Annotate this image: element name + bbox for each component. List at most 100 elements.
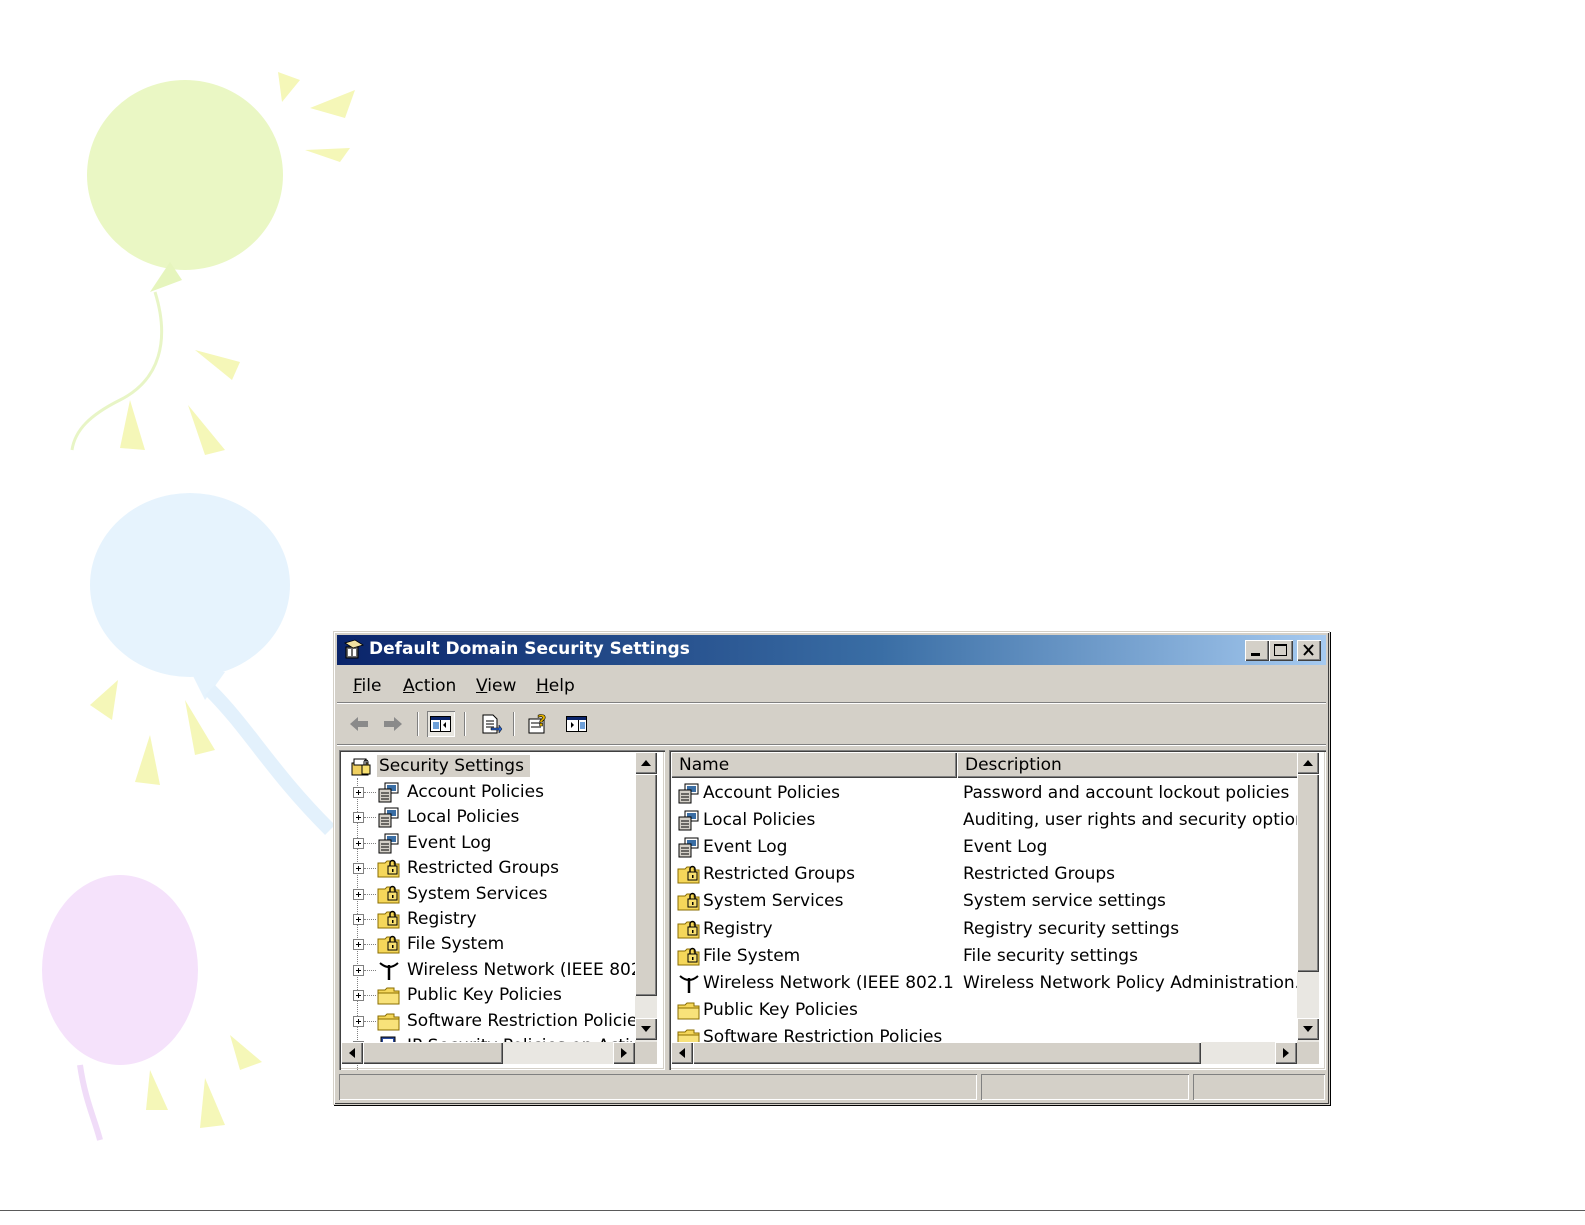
list-item[interactable]: Wireless Network (IEEE 802.1… Wireless Ne… [671, 970, 1299, 997]
menu-action-label: ction [414, 676, 457, 696]
minimize-button[interactable] [1245, 640, 1269, 661]
list-item-icon [677, 890, 701, 912]
mmc-window[interactable]: Default Domain Security Settings File Ac… [333, 631, 1330, 1105]
tree-item-icon [377, 984, 401, 1006]
list-item-description: Password and account lockout policies [963, 783, 1290, 803]
forward-button[interactable] [379, 711, 407, 737]
list-scroll-up-button[interactable] [1297, 752, 1319, 774]
tree-item-label: System Services [407, 883, 548, 904]
expand-plus-icon[interactable] [353, 914, 364, 925]
list-item[interactable]: Event Log Event Log [671, 834, 1299, 861]
list-item-icon [677, 782, 701, 804]
tree-item[interactable]: Event Log [339, 831, 639, 856]
tree-scroll-up-button[interactable] [635, 752, 657, 774]
list-item-description: Auditing, user rights and security optio… [963, 810, 1298, 831]
menu-file[interactable]: File [353, 676, 381, 696]
expand-plus-icon[interactable] [353, 837, 364, 849]
tree-scroll-down-button[interactable] [635, 1018, 657, 1040]
folder-icon [377, 1013, 400, 1031]
tree-item[interactable]: Software Restriction Policies [339, 1009, 646, 1034]
arrow-down-icon [641, 1026, 651, 1032]
tree-scrollbar-corner [635, 1042, 657, 1064]
tree-vertical-scrollbar[interactable] [635, 752, 657, 1042]
show-hide-tree-button[interactable] [427, 711, 455, 737]
expand-plus-icon[interactable] [353, 863, 364, 875]
tree-item-label: Local Policies [407, 807, 520, 828]
expand-plus-icon[interactable] [353, 939, 364, 951]
tree-item-icon [377, 781, 401, 803]
expand-plus-icon[interactable] [353, 1015, 364, 1027]
arrow-left-icon [679, 1048, 685, 1058]
list-item[interactable]: Account Policies Password and account loc… [671, 780, 1299, 807]
export-list-button[interactable] [477, 711, 505, 737]
menu-view[interactable]: View [476, 676, 516, 696]
menu-help[interactable]: Help [536, 676, 575, 696]
security-settings-app-icon [344, 639, 364, 659]
arrow-up-icon [1303, 760, 1313, 766]
tree-root-label: Security Settings [377, 755, 530, 777]
list-horizontal-scrollbar[interactable] [671, 1042, 1297, 1064]
tree-item[interactable]: Local Policies [339, 805, 639, 830]
tree-scroll-left-button[interactable] [341, 1042, 363, 1064]
tree-item[interactable]: Registry [339, 907, 639, 932]
tree-item[interactable]: Wireless Network (IEEE 802.1 [339, 958, 658, 983]
list-item-name: Wireless Network (IEEE 802.1… [703, 972, 953, 993]
tree-guide-line [364, 944, 376, 946]
menu-action[interactable]: Action [403, 676, 456, 696]
list-item[interactable]: Registry Registry security settings [671, 916, 1299, 943]
tree-guide-line [364, 995, 376, 997]
back-button[interactable] [345, 711, 373, 737]
list-scrollbar-corner [1297, 1042, 1319, 1064]
list-item-icon [677, 972, 701, 994]
expand-plus-icon[interactable] [353, 812, 364, 824]
tree-horizontal-scroll-thumb[interactable] [363, 1042, 503, 1064]
locked-folder-icon [677, 920, 700, 938]
expand-plus-icon[interactable] [353, 964, 364, 976]
arrow-left-icon [349, 1048, 355, 1058]
expand-plus-icon[interactable] [353, 888, 364, 900]
show-hide-action-pane-icon [566, 716, 587, 732]
policy-computer-icon [378, 833, 399, 854]
tree-item-icon [377, 883, 401, 905]
maximize-button[interactable] [1269, 640, 1293, 661]
list-vertical-scroll-thumb[interactable] [1297, 774, 1319, 972]
details-list-pane[interactable]: Name Description Account Policies Passwor… [669, 750, 1326, 1070]
tree-item-icon [377, 1010, 401, 1032]
antenna-icon [379, 962, 399, 980]
tree-scroll-right-button[interactable] [613, 1042, 635, 1064]
tree-item[interactable]: Account Policies [339, 780, 639, 805]
list-item[interactable]: Public Key Policies [671, 997, 1299, 1024]
list-scroll-down-button[interactable] [1297, 1018, 1319, 1040]
tree-horizontal-scrollbar[interactable] [341, 1042, 635, 1064]
list-item[interactable]: Restricted Groups Restricted Groups [671, 861, 1299, 888]
menu-file-accel: F [353, 676, 362, 696]
tree-item[interactable]: Restricted Groups [339, 856, 639, 881]
tree-item-label: Public Key Policies [407, 985, 562, 1006]
show-hide-action-pane-button[interactable] [563, 711, 591, 737]
expand-plus-icon[interactable] [353, 787, 364, 798]
tree-vertical-scroll-thumb[interactable] [635, 774, 657, 996]
list-item-icon [677, 863, 701, 885]
list-item-icon [677, 836, 701, 858]
list-scroll-left-button[interactable] [671, 1042, 693, 1064]
tree-item[interactable]: File System [339, 932, 639, 957]
status-pane-2 [981, 1074, 1189, 1100]
list-scroll-right-button[interactable] [1275, 1042, 1297, 1064]
help-button[interactable]: ? [525, 711, 553, 737]
tree-guide-line [364, 893, 376, 895]
forward-arrow-icon [384, 717, 402, 731]
tree-item[interactable]: Public Key Policies [339, 983, 639, 1008]
list-horizontal-scroll-thumb[interactable] [693, 1042, 1201, 1064]
tree-item[interactable]: System Services [339, 882, 639, 907]
title-bar[interactable]: Default Domain Security Settings [337, 635, 1326, 665]
tree-pane[interactable]: Security Settings Account Policies Local … [339, 750, 665, 1070]
list-item[interactable]: File System File security settings [671, 943, 1299, 970]
column-header-name[interactable]: Name [671, 752, 957, 778]
column-header-description[interactable]: Description [957, 752, 1303, 778]
list-vertical-scrollbar[interactable] [1297, 752, 1319, 1042]
list-item-icon [677, 945, 701, 967]
list-item[interactable]: System Services System service settings [671, 888, 1299, 915]
expand-plus-icon[interactable] [353, 990, 364, 1002]
list-item[interactable]: Local Policies Auditing, user rights and … [671, 807, 1299, 834]
close-button[interactable] [1297, 640, 1321, 661]
